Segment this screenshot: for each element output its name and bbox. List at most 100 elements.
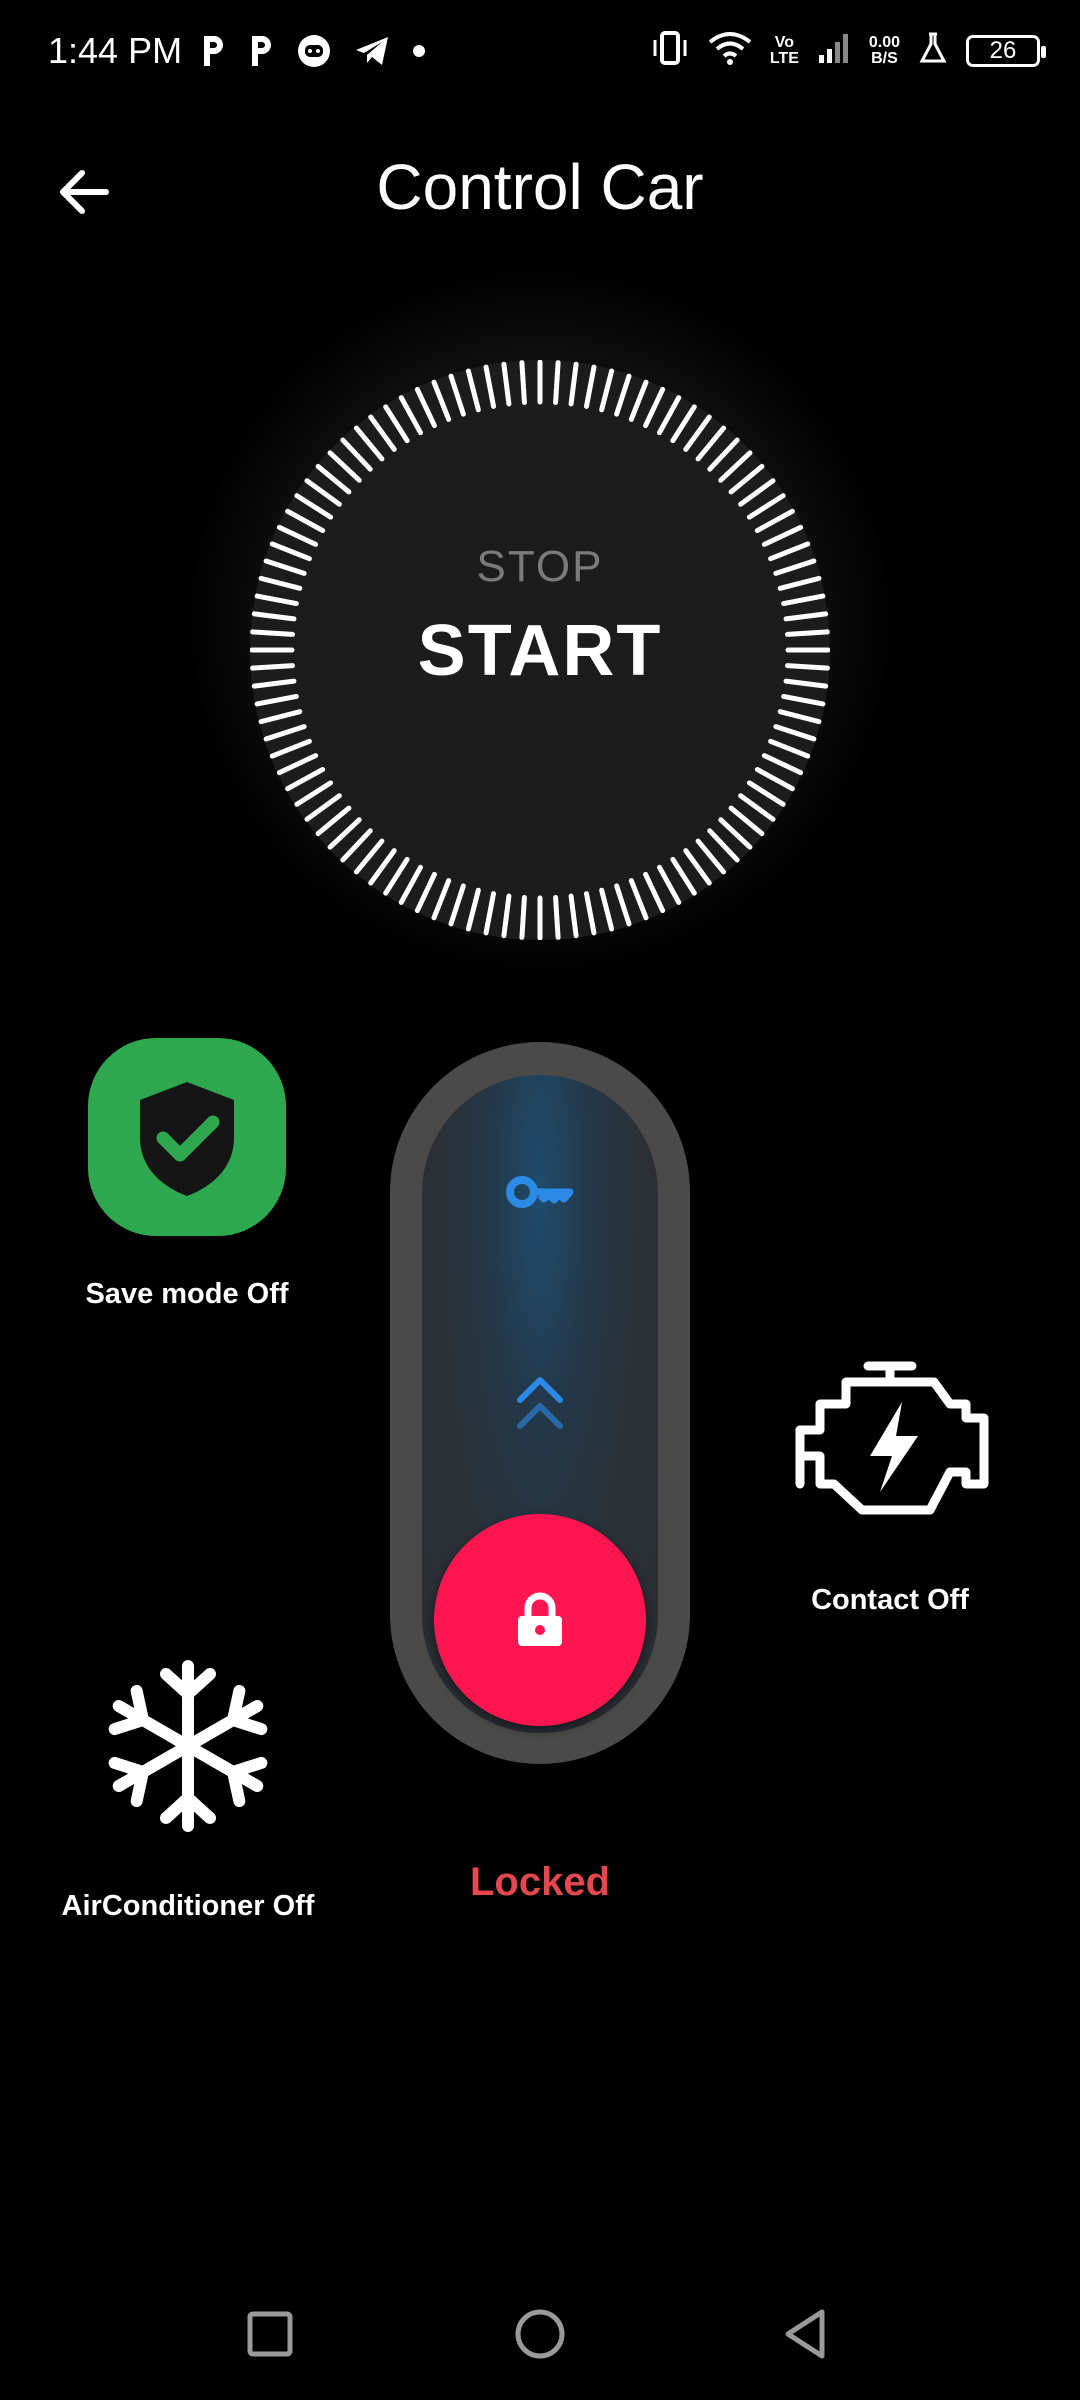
dial-tick: [707, 828, 740, 863]
dial-tick: [628, 379, 649, 422]
dial-tick: [465, 368, 481, 413]
lock-slider-knob[interactable]: [434, 1514, 646, 1726]
dial-tick: [670, 856, 697, 896]
dial-tick: [599, 887, 615, 932]
system-nav-bar: [0, 2280, 1080, 2400]
back-nav-button[interactable]: [776, 2302, 840, 2366]
dial-tick: [353, 425, 385, 462]
dial-tick: [683, 848, 712, 886]
dial-tick: [781, 593, 826, 607]
recents-button[interactable]: [238, 2302, 302, 2366]
dial-tick: [583, 364, 597, 409]
dial-tick: [448, 373, 466, 417]
dial-tick: [315, 463, 352, 495]
system-status-icons: Vo LTE 0.00 B/S 26: [650, 30, 1046, 71]
notification-icons: [200, 34, 426, 73]
network-speed: 0.00 B/S: [868, 33, 900, 67]
dial-tick: [614, 883, 632, 927]
circle-home-icon: [515, 2309, 565, 2359]
dial-tick: [431, 379, 452, 422]
dial-tick: [670, 404, 697, 444]
dial-tick: [519, 895, 527, 940]
dial-tick: [728, 805, 765, 837]
flask-icon: [918, 31, 948, 70]
dial-tick: [781, 693, 826, 707]
dial-tick: [368, 414, 397, 452]
air-conditioner-button[interactable]: [100, 1658, 276, 1834]
contact-label: Contact Off: [811, 1584, 969, 1616]
dial-tick: [773, 724, 817, 742]
dial-tick: [383, 856, 410, 896]
status-time: 1:44 PM: [48, 30, 183, 71]
dial-tick: [258, 709, 303, 725]
dial-tick: [353, 838, 385, 875]
status-bar: 1:44 PM Vo LTE 0.00 B/S 26: [0, 0, 1080, 110]
dial-tick: [448, 883, 466, 927]
air-conditioner-label: AirConditioner Off: [61, 1890, 315, 1922]
network-speed-value: 0.00: [868, 33, 900, 51]
dial-tick: [656, 864, 682, 905]
dial-tick: [754, 766, 795, 792]
start-label[interactable]: START: [250, 610, 830, 692]
dial-tick: [553, 895, 561, 940]
dial-tick: [695, 838, 727, 875]
double-chevron-up-icon: [517, 1377, 563, 1429]
unlock-key-target[interactable]: [504, 1168, 576, 1216]
dial-tick: [501, 361, 512, 407]
lock-icon: [518, 1592, 562, 1646]
dial-tick: [746, 780, 786, 807]
stop-label[interactable]: STOP: [250, 542, 830, 592]
dial-tick: [718, 450, 753, 483]
dial-tick: [254, 693, 299, 707]
dial-tick: [398, 395, 424, 436]
dial-tick: [599, 368, 615, 413]
dial-tick: [304, 793, 342, 822]
engine-start-stop-dial[interactable]: STOP START: [250, 360, 830, 940]
key-icon: [506, 1176, 574, 1208]
dial-tick: [695, 425, 727, 462]
dial-tick: [728, 463, 765, 495]
p-icon: [200, 34, 226, 73]
signal-icon: [817, 31, 851, 70]
telegram-icon: [354, 34, 390, 73]
engine-icon: [795, 1361, 989, 1515]
snowflake-icon: [100, 1660, 276, 1834]
shield-check-icon: [140, 1082, 234, 1196]
dial-tick: [501, 893, 512, 939]
dial-tick: [768, 738, 811, 759]
dial-tick: [683, 414, 712, 452]
dial-tick: [285, 508, 326, 534]
volte-label-top: Vo: [774, 33, 794, 51]
dial-tick: [777, 709, 822, 725]
control-car-screen: 1:44 PM Vo LTE 0.00 B/S 26 Control Car S…: [0, 0, 1080, 2400]
dial-tick: [553, 360, 561, 405]
save-mode-button[interactable]: [88, 1038, 286, 1236]
dial-tick: [483, 891, 497, 936]
dot-icon: [412, 44, 426, 63]
lock-status-label: Locked: [469, 1860, 611, 1904]
volte-indicator: Vo LTE: [769, 33, 799, 67]
square-recents-icon: [247, 2311, 293, 2357]
dial-tick: [614, 373, 632, 417]
dial-tick: [263, 724, 307, 742]
dial-tick: [656, 395, 682, 436]
home-button[interactable]: [508, 2302, 572, 2366]
dial-tick: [276, 753, 319, 776]
dial-tick: [738, 478, 776, 507]
dial-tick: [761, 753, 804, 776]
dial-tick: [340, 437, 373, 472]
dial-tick: [414, 871, 437, 914]
dial-tick: [643, 386, 666, 429]
volte-label-bottom: LTE: [769, 49, 799, 67]
dial-tick: [414, 386, 437, 429]
dial-tick: [754, 508, 795, 534]
discord-icon: [296, 34, 332, 73]
dial-tick: [431, 878, 452, 921]
triangle-back-icon: [785, 2309, 825, 2359]
battery-indicator: 26: [966, 34, 1046, 67]
dial-tick: [315, 805, 352, 837]
dial-tick: [738, 793, 776, 822]
contact-button[interactable]: [790, 1360, 990, 1522]
dial-tick: [368, 848, 397, 886]
dial-tick: [583, 891, 597, 936]
